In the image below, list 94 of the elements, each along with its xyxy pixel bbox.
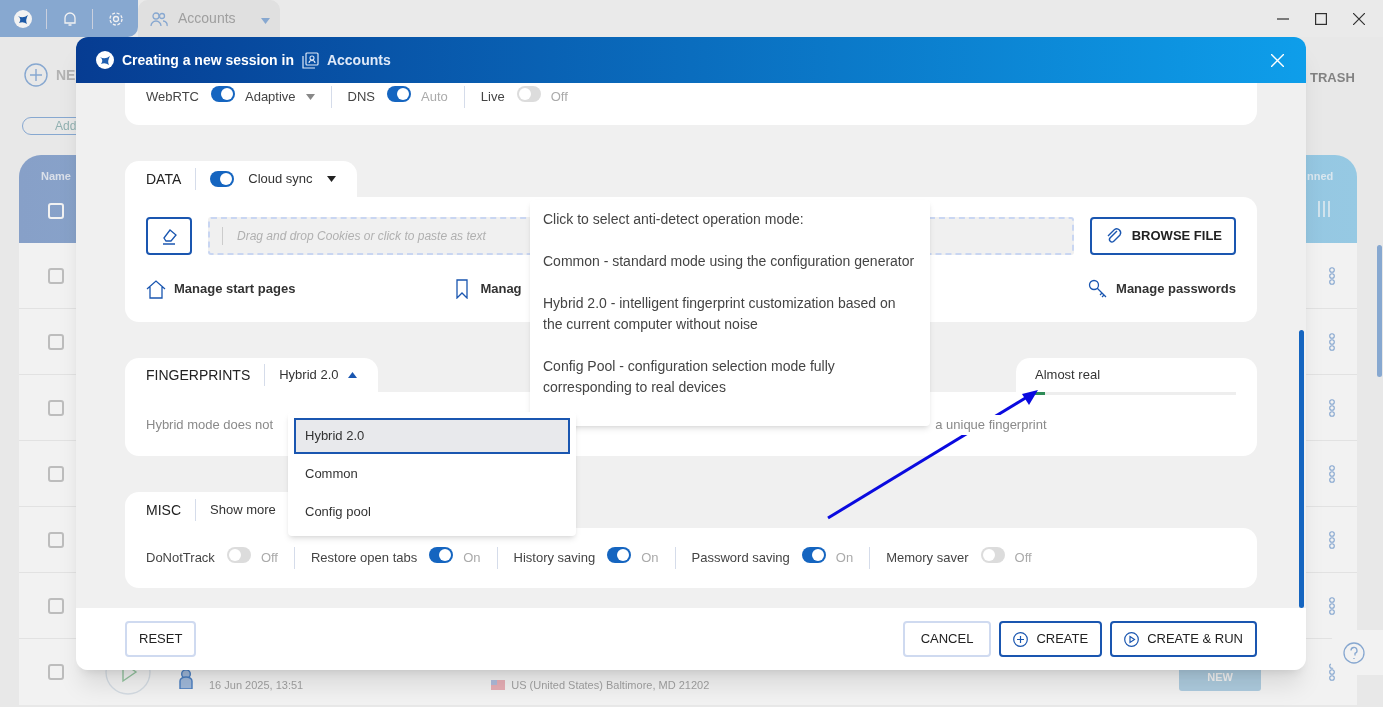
toggle-switch[interactable] (210, 171, 235, 187)
dialog-title: Creating a new session in (122, 50, 294, 70)
eraser-icon (160, 227, 178, 245)
caret-icon (348, 372, 358, 378)
reset-button[interactable]: RESET (125, 621, 197, 657)
section-title: FINGERPRINTS (146, 365, 251, 385)
toggle-switch[interactable] (801, 547, 826, 563)
setting-label: DoNotTrack (146, 549, 215, 568)
checkbox[interactable] (48, 465, 64, 482)
tooltip-text: Config Pool - configuration selection mode fully corresponding to real devices (543, 357, 836, 397)
setting-value: On (641, 549, 659, 568)
section-title: DATA (146, 169, 182, 189)
manage-link[interactable]: Manage start pages (174, 279, 296, 299)
checkbox[interactable] (48, 597, 64, 614)
setting-label: Restore open tabs (311, 549, 418, 568)
clear-button[interactable] (146, 217, 192, 255)
setting-label: DNS (347, 88, 376, 107)
bell-icon[interactable] (61, 10, 78, 27)
checkbox[interactable] (48, 333, 64, 350)
toggle-switch[interactable] (211, 86, 235, 102)
menu-item[interactable]: Hybrid 2.0 (294, 418, 570, 454)
toggle-switch[interactable] (980, 547, 1005, 563)
logo-icon[interactable] (14, 9, 32, 28)
setting-value: Off (1014, 549, 1032, 568)
more-icon[interactable] (1328, 464, 1336, 483)
column-header: Name (41, 169, 71, 184)
checkbox[interactable] (48, 399, 64, 416)
setting-value: On (463, 549, 481, 568)
more-icon[interactable] (1328, 663, 1336, 681)
description-text: a unique fingerprint (935, 415, 1047, 435)
cancel-button[interactable]: CANCEL (902, 621, 992, 657)
more-icon[interactable] (1328, 332, 1336, 351)
toggle-switch[interactable] (516, 86, 541, 102)
setting-label: Password saving (691, 549, 790, 568)
toggle-switch[interactable] (429, 547, 454, 563)
setting-label: WebRTC (146, 88, 199, 107)
date-text: 16 Jun 2025, 13:51 (209, 677, 304, 693)
checkbox[interactable] (48, 267, 64, 284)
more-icon[interactable] (1328, 596, 1336, 615)
close-icon[interactable] (1353, 12, 1365, 25)
cloud-sync-dropdown[interactable]: Cloud sync (248, 169, 336, 189)
checkbox[interactable] (48, 531, 64, 548)
checkbox[interactable] (48, 664, 64, 680)
setting-value: On (835, 549, 854, 568)
people-icon (150, 10, 168, 27)
setting-value: Auto (421, 88, 448, 107)
person-icon (179, 669, 193, 689)
show-more-link[interactable]: Show more (210, 500, 276, 520)
setting-value: Off (550, 88, 568, 107)
play-circle-icon (1124, 631, 1140, 647)
manage-link[interactable]: Manage passwords (1116, 279, 1236, 299)
help-icon (1343, 641, 1365, 664)
scrollbar[interactable] (1299, 330, 1304, 608)
manage-link[interactable]: Manag (480, 279, 522, 299)
caret-icon (326, 176, 336, 182)
more-icon[interactable] (1328, 530, 1336, 549)
mode-dropdown[interactable]: Adaptive (245, 87, 315, 107)
tooltip-text: Common - standard mode using the configuration generator (543, 252, 915, 271)
toggle-switch[interactable] (387, 86, 412, 102)
settings-icon[interactable] (107, 10, 124, 27)
scrollbar[interactable] (1377, 245, 1382, 377)
location-text: US (United States) Baltimore, MD 21202 (511, 677, 710, 693)
column-header: nned (1307, 169, 1334, 184)
menu-item[interactable]: Config pool (294, 494, 570, 530)
logo-icon (96, 51, 114, 69)
setting-label: Memory saver (886, 549, 969, 568)
house-icon (146, 279, 166, 299)
caret-icon (261, 17, 270, 24)
more-icon[interactable] (1328, 398, 1336, 417)
setting-value: Off (260, 549, 278, 568)
create-and-run-button[interactable]: CREATE & RUN (1110, 621, 1257, 657)
setting-label: History saving (513, 549, 596, 568)
key-icon (1088, 279, 1109, 299)
browse-file-button[interactable]: BROWSE FILE (1089, 217, 1236, 255)
menu-item[interactable]: Common (294, 456, 570, 492)
quality-label: Almost real (1035, 366, 1101, 385)
toggle-switch[interactable] (226, 547, 251, 563)
caret-icon (305, 94, 315, 100)
create-button[interactable]: CREATE (999, 621, 1103, 657)
columns-icon[interactable] (1317, 200, 1331, 217)
folder-name: Accounts (326, 50, 391, 70)
plus-circle-icon (24, 63, 48, 87)
tooltip-text: Hybrid 2.0 - intelligent fingerprint customization based on the current computer without noise (543, 294, 897, 334)
plus-circle-icon (1013, 631, 1029, 647)
section-title: MISC (146, 500, 181, 520)
toggle-switch[interactable] (607, 547, 632, 563)
flag-icon (491, 680, 506, 690)
description-text: Hybrid mode does not (146, 416, 274, 434)
mode-dropdown[interactable]: Hybrid 2.0 (279, 365, 358, 385)
folder-icon (301, 51, 319, 69)
setting-label: Live (480, 88, 505, 107)
tooltip-text: Click to select anti-detect operation mode: (543, 210, 805, 229)
maximize-icon[interactable] (1315, 12, 1327, 25)
more-icon[interactable] (1328, 266, 1336, 285)
